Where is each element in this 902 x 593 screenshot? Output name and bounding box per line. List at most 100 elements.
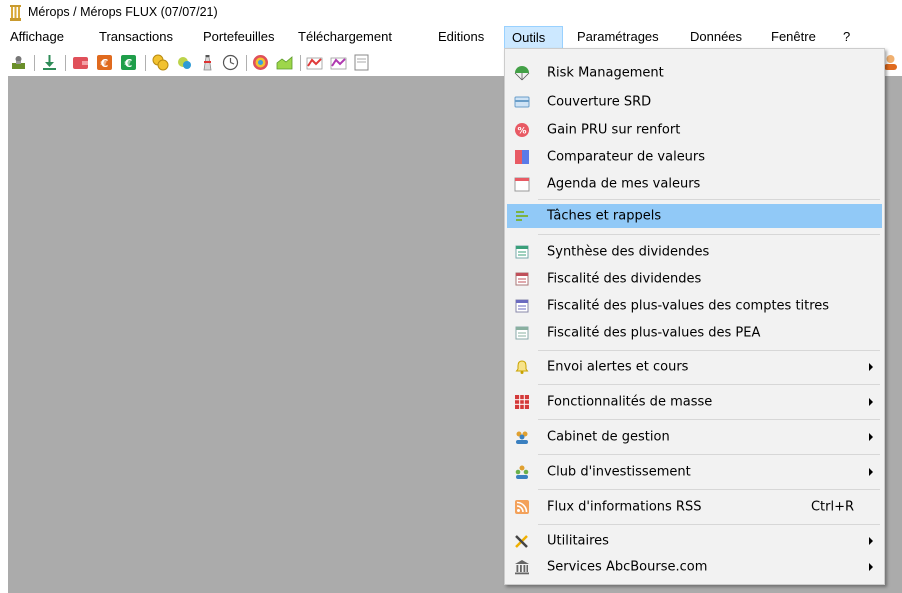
menu-item-label: Fiscalité des dividendes [547, 271, 702, 286]
svg-text:%: % [517, 126, 526, 136]
tools-icon [515, 534, 528, 548]
lighthouse-icon[interactable] [199, 54, 216, 71]
menu-item-comparateur[interactable]: Comparateur de valeurs [507, 143, 882, 170]
menu-portefeuilles[interactable]: Portefeuilles [203, 26, 275, 49]
menu-separator [538, 454, 880, 455]
window-title: Mérops / Mérops FLUX (07/07/21) [28, 5, 218, 19]
people-icon [516, 431, 528, 444]
menu-item-label: Flux d'informations RSS [547, 499, 702, 515]
svg-text:€: € [100, 57, 109, 70]
submenu-arrow-icon [869, 563, 873, 571]
toolbar-separator [65, 55, 66, 71]
sheet-teal-icon [515, 326, 529, 339]
card-icon [514, 96, 530, 107]
download-icon[interactable] [41, 54, 58, 71]
menu-bar: Affichage Transactions Portefeuilles Tél… [0, 26, 902, 49]
bell-icon [515, 360, 529, 374]
menu-item-label: Utilitaires [547, 533, 609, 548]
toolbar-separator [300, 55, 301, 71]
target-chart-icon[interactable] [252, 54, 269, 71]
menu-separator [538, 524, 880, 525]
percent-badge-icon: % [515, 122, 529, 137]
svg-text:€: € [124, 57, 133, 70]
menu-item-services-abcbourse[interactable]: Services AbcBourse.com [507, 554, 882, 580]
menu-item-label: Fonctionnalités de masse [547, 394, 713, 410]
rss-icon [515, 500, 529, 514]
menu-item-shortcut: Ctrl+R [810, 499, 854, 515]
menu-item-label: Tâches et rappels [547, 208, 662, 224]
toolbar-separator [145, 55, 146, 71]
bank-icon [515, 560, 529, 575]
menu-item-fiscalite-pv-pea[interactable]: Fiscalité des plus-values des PEA [507, 319, 882, 346]
outils-dropdown-menu: Risk Management Couverture SRD % Gain PR… [504, 48, 885, 585]
coins-icon[interactable] [152, 54, 169, 71]
menu-separator [538, 489, 880, 490]
menu-separator [538, 234, 880, 235]
line-chart-icon[interactable] [306, 54, 323, 71]
menu-item-flux-rss[interactable]: Flux d'informations RSS Ctrl+R [507, 494, 882, 520]
calendar-icon [514, 177, 530, 192]
currency-orange-icon[interactable]: € [96, 54, 113, 71]
menu-item-fiscalite-dividendes[interactable]: Fiscalité des dividendes [507, 265, 882, 292]
menu-parametrages[interactable]: Paramétrages [577, 26, 659, 49]
submenu-arrow-icon [869, 468, 873, 476]
menu-item-fonctionnalites-masse[interactable]: Fonctionnalités de masse [507, 389, 882, 415]
menu-transactions[interactable]: Transactions [99, 26, 173, 49]
line-chart-purple-icon[interactable] [330, 54, 347, 71]
submenu-arrow-icon [869, 433, 873, 441]
menu-item-cabinet-gestion[interactable]: Cabinet de gestion [507, 424, 882, 450]
menu-affichage[interactable]: Affichage [10, 26, 64, 49]
menu-separator [538, 384, 880, 385]
menu-item-agenda[interactable]: Agenda de mes valeurs [507, 170, 882, 198]
menu-help[interactable]: ? [843, 26, 850, 49]
menu-telechargement[interactable]: Téléchargement [298, 26, 392, 49]
menu-item-envoi-alertes[interactable]: Envoi alertes et cours [507, 354, 882, 380]
menu-item-label: Risk Management [547, 65, 664, 80]
menu-item-label: Envoi alertes et cours [547, 359, 689, 375]
submenu-arrow-icon [869, 398, 873, 406]
menu-item-label: Synthèse des dividendes [547, 244, 710, 260]
submenu-arrow-icon [869, 363, 873, 371]
menu-item-label: Agenda de mes valeurs [547, 176, 701, 192]
menu-item-gain-pru[interactable]: % Gain PRU sur renfort [507, 116, 882, 143]
menu-item-label: Comparateur de valeurs [547, 149, 706, 164]
menu-item-couverture-srd[interactable]: Couverture SRD [507, 88, 882, 115]
menu-item-taches-rappels[interactable]: Tâches et rappels [507, 204, 882, 228]
menu-separator [538, 350, 880, 351]
title-bar: Mérops / Mérops FLUX (07/07/21) [0, 0, 902, 26]
sheet-red-icon [515, 272, 529, 285]
group-icon [515, 465, 529, 479]
sheet-icon[interactable] [353, 54, 370, 71]
menu-item-label: Gain PRU sur renfort [547, 122, 681, 137]
menu-item-label: Couverture SRD [547, 94, 652, 109]
area-chart-icon[interactable] [276, 54, 293, 71]
menu-item-label: Club d'investissement [547, 464, 691, 480]
coins-small-icon[interactable] [176, 54, 193, 71]
sheet-green-icon [515, 245, 529, 259]
clock-icon[interactable] [222, 54, 239, 71]
portfolio-icon[interactable] [10, 54, 27, 71]
menu-item-label: Cabinet de gestion [547, 429, 670, 445]
currency-green-icon[interactable]: € [120, 54, 137, 71]
menu-outils[interactable]: Outils [504, 26, 563, 49]
tasks-icon [516, 211, 528, 221]
menu-separator [538, 419, 880, 420]
menu-separator [538, 199, 880, 200]
menu-item-synthese-dividendes[interactable]: Synthèse des dividendes [507, 239, 882, 265]
menu-donnees[interactable]: Données [690, 26, 742, 49]
menu-item-label: Fiscalité des plus-values des PEA [547, 325, 761, 340]
menu-editions[interactable]: Editions [438, 26, 484, 49]
menu-fenetre[interactable]: Fenêtre [771, 26, 816, 49]
menu-item-risk-management[interactable]: Risk Management [507, 59, 882, 86]
app-logo-icon [10, 5, 21, 21]
menu-item-fiscalite-pv-comptes-titres[interactable]: Fiscalité des plus-values des comptes ti… [507, 292, 882, 319]
menu-item-label: Fiscalité des plus-values des comptes ti… [547, 298, 830, 313]
toolbar-separator [246, 55, 247, 71]
wallet-icon[interactable] [72, 54, 89, 71]
compare-icon [515, 149, 529, 164]
parachute-icon [514, 65, 530, 80]
menu-item-utilitaires[interactable]: Utilitaires [507, 528, 882, 553]
menu-item-club-investissement[interactable]: Club d'investissement [507, 459, 882, 485]
menu-item-label: Services AbcBourse.com [547, 559, 708, 575]
toolbar-separator [34, 55, 35, 71]
